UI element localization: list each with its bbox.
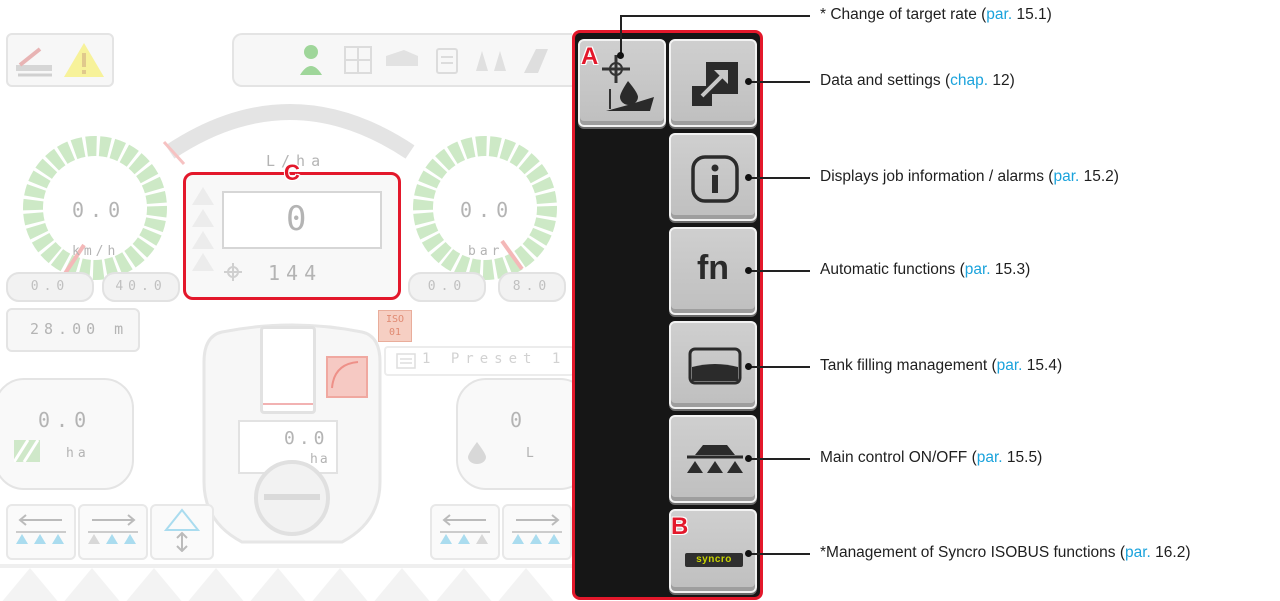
- callout-text-syncro: *Management of Syncro ISOBUS functions (…: [820, 544, 1191, 561]
- boom-sections-strip: [0, 564, 572, 601]
- data-settings-icon: [692, 62, 738, 106]
- target-rate-icon: [602, 55, 654, 111]
- pressure-unit: bar: [468, 244, 504, 259]
- area-marker-c: C: [284, 160, 300, 185]
- status-bar-right: [232, 33, 572, 87]
- volume-unit: L: [526, 446, 540, 461]
- iso-badge: ISO 01: [378, 310, 412, 342]
- callout-text-data-settings: Data and settings (chap. 12): [820, 72, 1015, 89]
- preset-list-icon: [396, 353, 416, 369]
- pressure-value: 0.0: [460, 198, 515, 222]
- callout-line-1-vertical: [620, 15, 622, 55]
- tank-filling-icon: [688, 347, 742, 385]
- reference-link[interactable]: par.: [1125, 544, 1151, 561]
- callout-dot-1: [617, 52, 624, 59]
- boom-height-button[interactable]: [150, 504, 214, 560]
- volume-counter-box: [456, 378, 572, 490]
- tank-counter-value: 0.0: [284, 428, 329, 449]
- boom-height-icon: [163, 508, 201, 552]
- pressure-range-min: 0.0: [408, 272, 486, 302]
- callout-text-job-info: Displays job information / alarms (par. …: [820, 168, 1119, 185]
- callout-line-3: [748, 177, 810, 179]
- worked-area-icon: [14, 440, 40, 462]
- area-value: 0.0: [38, 408, 93, 432]
- callout-line-7: [748, 553, 810, 555]
- fn-icon: fn: [696, 249, 730, 287]
- arrow-left-icon: [16, 514, 66, 544]
- speed-range-max: 40.0: [102, 272, 180, 302]
- pressure-range-max: 8.0: [498, 272, 566, 302]
- volume-value: 0: [510, 408, 529, 432]
- tank-cap: [254, 460, 330, 536]
- arrow-right-icon: [88, 514, 138, 544]
- softkey-main-control[interactable]: [669, 415, 757, 503]
- callout-line-6: [748, 458, 810, 460]
- rate-bargraph: [192, 187, 214, 271]
- area-counter-box: [0, 378, 134, 490]
- warning-icon: [64, 43, 104, 77]
- drop-icon: [468, 442, 486, 464]
- preset-box: 1 Preset 1: [384, 346, 572, 376]
- curve-icon: [331, 361, 359, 389]
- boom-width-value: 28.00 m: [30, 320, 129, 338]
- field-grid-icon: [344, 46, 372, 74]
- softkey-bar: A fn syncro B: [572, 30, 763, 600]
- callout-line-5: [748, 366, 810, 368]
- softkey-marker-a: A: [581, 43, 599, 70]
- callout-line-2: [748, 81, 810, 83]
- rate-current-value: 0: [286, 199, 307, 239]
- tank-level-gauge: [260, 326, 316, 414]
- softkey-auto-functions[interactable]: fn: [669, 227, 757, 315]
- isobus-main-screen: L/ha 0.0 km/h 0.0 40.0 0.0 bar 0.0 8.0 0…: [0, 0, 572, 601]
- target-crosshair-icon: [224, 263, 242, 281]
- area-unit: ha: [66, 446, 90, 461]
- callout-text-tank-filling: Tank filling management (par. 15.4): [820, 357, 1063, 374]
- reference-link[interactable]: par.: [986, 6, 1012, 23]
- softkey-tank-filling[interactable]: [669, 321, 757, 409]
- softkey-job-info[interactable]: [669, 133, 757, 221]
- reference-link[interactable]: par.: [965, 261, 991, 278]
- status-bar-left: [6, 33, 114, 87]
- preset-label: 1 Preset 1: [422, 351, 567, 367]
- callout-dot-6: [745, 455, 752, 462]
- tractor-icon: [386, 50, 418, 66]
- callout-line-1: [620, 15, 810, 17]
- callout-dot-4: [745, 267, 752, 274]
- arrow-left-icon: [440, 514, 490, 544]
- boom-right-left-button[interactable]: [430, 504, 500, 560]
- callout-dot-2: [745, 78, 752, 85]
- boom-right-in-button[interactable]: [78, 504, 148, 560]
- reference-link[interactable]: par.: [1053, 168, 1079, 185]
- reference-link[interactable]: par.: [997, 357, 1023, 374]
- callout-text-auto-functions: Automatic functions (par. 15.3): [820, 261, 1031, 278]
- callout-dot-3: [745, 174, 752, 181]
- callout-dot-7: [745, 550, 752, 557]
- clipboard-icon: [436, 48, 458, 74]
- main-control-icon: [687, 445, 743, 473]
- reference-link[interactable]: chap.: [950, 72, 988, 89]
- tank-counter-unit: ha: [310, 452, 330, 467]
- sprayer-icon: [16, 47, 52, 77]
- rate-display: 0 144: [183, 172, 401, 300]
- operator-icon: [300, 45, 322, 75]
- callout-dot-5: [745, 363, 752, 370]
- spray-drop-icon: [524, 49, 548, 73]
- boom-right-out-button[interactable]: [502, 504, 572, 560]
- callout-line-4: [748, 270, 810, 272]
- speed-range-min: 0.0: [6, 272, 94, 302]
- rate-target-value: 144: [268, 261, 323, 285]
- boom-left-out-button[interactable]: [6, 504, 76, 560]
- arrow-right-icon: [512, 514, 562, 544]
- info-icon: [691, 155, 739, 203]
- callout-text-target-rate: * Change of target rate (par. 15.1): [820, 6, 1052, 23]
- softkey-data-settings[interactable]: [669, 39, 757, 127]
- reference-link[interactable]: par.: [977, 449, 1003, 466]
- softkey-marker-b: B: [671, 513, 689, 540]
- speed-unit: km/h: [72, 244, 120, 259]
- nozzles-icon: [476, 51, 506, 71]
- flow-curve-indicator: [326, 356, 368, 398]
- callout-text-main-control: Main control ON/OFF (par. 15.5): [820, 449, 1043, 466]
- syncro-logo: syncro: [685, 553, 743, 567]
- speed-value: 0.0: [72, 198, 127, 222]
